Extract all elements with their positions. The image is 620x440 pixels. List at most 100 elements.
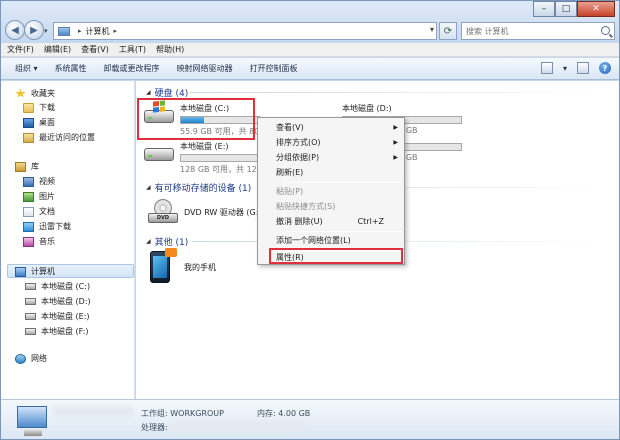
workgroup-info: 工作组: WORKGROUP xyxy=(141,409,224,418)
search-input[interactable] xyxy=(466,26,594,36)
maximize-button[interactable]: □ xyxy=(555,1,577,17)
menu-item-group-by[interactable]: 分组依据(P) ▶ xyxy=(276,150,402,165)
menu-item-paste[interactable]: 粘贴(P) xyxy=(276,184,402,199)
nav-drive-d[interactable]: 本地磁盘 (D:) xyxy=(25,295,91,308)
drive-usage-bar xyxy=(180,154,260,162)
open-control-panel-button[interactable]: 打开控制面板 xyxy=(250,63,298,74)
menu-item-label: 粘贴(P) xyxy=(276,187,304,196)
network-icon xyxy=(15,353,26,364)
nav-label: 本地磁盘 (E:) xyxy=(41,312,90,321)
nav-libraries[interactable]: 库 xyxy=(15,160,39,173)
hard-drive-icon xyxy=(25,313,36,320)
thunder-download-icon xyxy=(23,221,34,232)
breadcrumb-chevron-icon[interactable]: ▸ xyxy=(78,27,82,35)
organize-button[interactable]: 组织 ▾ xyxy=(15,63,38,74)
collapse-triangle-icon[interactable]: ◢ xyxy=(146,184,151,191)
nav-label: 网络 xyxy=(31,354,47,363)
nav-documents[interactable]: 文档 xyxy=(23,205,55,218)
menu-item-label: 撤消 删除(U) xyxy=(276,217,323,226)
menu-edit[interactable]: 编辑(E) xyxy=(44,44,71,55)
menu-item-paste-shortcut[interactable]: 粘贴快捷方式(S) xyxy=(276,199,402,214)
change-view-icon[interactable] xyxy=(540,62,553,74)
menu-file[interactable]: 文件(F) xyxy=(7,44,34,55)
menu-item-add-network-location[interactable]: 添加一个网络位置(L) xyxy=(276,233,402,248)
phone-icon xyxy=(150,248,177,283)
device-name: 我的手机 xyxy=(184,262,216,272)
menu-item-refresh[interactable]: 刷新(E) xyxy=(276,165,402,180)
computer-icon xyxy=(17,406,47,436)
nav-recent-places[interactable]: 最近访问的位置 xyxy=(23,131,95,144)
menu-separator xyxy=(286,182,402,183)
nav-label: 本地磁盘 (F:) xyxy=(41,327,89,336)
menu-view[interactable]: 查看(V) xyxy=(81,44,109,55)
map-network-drive-button[interactable]: 映射网络驱动器 xyxy=(177,63,233,74)
breadcrumb-chevron-icon[interactable]: ▸ xyxy=(114,27,118,35)
uninstall-program-button[interactable]: 卸载或更改程序 xyxy=(104,63,160,74)
menu-item-view[interactable]: 查看(V) ▶ xyxy=(276,120,402,135)
view-options-dropdown-icon[interactable]: ▾ xyxy=(563,64,567,73)
dvd-drive-tile[interactable]: DVD DVD RW 驱动器 (G:) xyxy=(148,199,262,225)
refresh-button[interactable]: ⟳ xyxy=(439,22,457,40)
star-icon xyxy=(15,88,26,98)
system-properties-button[interactable]: 系统属性 xyxy=(55,63,87,74)
hard-drive-icon xyxy=(144,141,174,163)
menu-item-sort-by[interactable]: 排序方式(O) ▶ xyxy=(276,135,402,150)
drive-free-space: 128 GB 可用，共 129 xyxy=(180,165,262,174)
collapse-triangle-icon[interactable]: ◢ xyxy=(146,89,151,96)
nav-music[interactable]: 音乐 xyxy=(23,235,55,248)
video-icon xyxy=(23,176,34,187)
nav-thunder-downloads[interactable]: 迅雷下载 xyxy=(23,220,71,233)
close-button[interactable]: ✕ xyxy=(577,1,615,17)
nav-favorites[interactable]: 收藏夹 xyxy=(15,87,55,100)
downloads-folder-icon xyxy=(23,102,34,113)
help-icon[interactable]: ? xyxy=(599,62,611,74)
menu-tools[interactable]: 工具(T) xyxy=(119,44,146,55)
context-menu: 查看(V) ▶ 排序方式(O) ▶ 分组依据(P) ▶ 刷新(E) 粘贴(P) 粘贴快… xyxy=(257,117,405,265)
menu-separator xyxy=(286,231,402,232)
command-bar: 组织 ▾ 系统属性 卸载或更改程序 映射网络驱动器 打开控制面板 ▾ ? xyxy=(1,58,619,80)
preview-pane-icon[interactable] xyxy=(577,62,589,74)
menu-item-label: 粘贴快捷方式(S) xyxy=(276,202,336,211)
nav-videos[interactable]: 视频 xyxy=(23,175,55,188)
menu-help[interactable]: 帮助(H) xyxy=(156,44,184,55)
computer-icon xyxy=(15,266,26,277)
forward-button[interactable]: ▶ xyxy=(24,20,44,40)
search-box[interactable] xyxy=(461,22,615,40)
collapse-triangle-icon[interactable]: ◢ xyxy=(146,238,151,245)
nav-computer[interactable]: 计算机 xyxy=(15,265,55,278)
back-button[interactable]: ◀ xyxy=(5,20,25,40)
minimize-button[interactable]: – xyxy=(533,1,555,17)
nav-downloads[interactable]: 下载 xyxy=(23,101,55,114)
menu-item-shortcut: Ctrl+Z xyxy=(357,217,384,226)
recent-pages-dropdown[interactable]: ▾ xyxy=(44,27,48,35)
address-dropdown-icon[interactable]: ▾ xyxy=(430,25,434,34)
refresh-icon: ⟳ xyxy=(443,25,453,37)
search-icon[interactable] xyxy=(601,26,610,35)
submenu-arrow-icon: ▶ xyxy=(393,124,398,131)
nav-pictures[interactable]: 图片 xyxy=(23,190,55,203)
hard-drive-icon xyxy=(25,298,36,305)
nav-drive-e[interactable]: 本地磁盘 (E:) xyxy=(25,310,90,323)
details-pane: 工作组: WORKGROUP 内存: 4.00 GB 处理器: xyxy=(1,399,619,439)
nav-label: 本地磁盘 (C:) xyxy=(41,282,91,291)
my-phone-tile[interactable]: 我的手机 xyxy=(144,248,216,283)
menu-item-label: 分组依据(P) xyxy=(276,153,320,162)
navigation-pane: 收藏夹 下载 桌面 最近访问的位置 库 视频 图片 文档 迅雷下载 音乐 计算机… xyxy=(1,81,135,399)
nav-label: 音乐 xyxy=(39,237,55,246)
drive-name: 本地磁盘 (D:) xyxy=(342,104,392,113)
memory-info: 内存: 4.00 GB xyxy=(257,409,311,418)
nav-network[interactable]: 网络 xyxy=(15,352,47,365)
group-header-removable[interactable]: ◢ 有可移动存储的设备 (1) xyxy=(146,181,251,194)
arrow-right-icon: ▶ xyxy=(30,24,38,36)
address-bar[interactable]: ▸ 计算机 ▸ ▾ xyxy=(53,22,437,40)
nav-drive-c[interactable]: 本地磁盘 (C:) xyxy=(25,280,90,293)
menu-item-undo-delete[interactable]: 撤消 删除(U) Ctrl+Z xyxy=(276,214,402,229)
group-header-other[interactable]: ◢ 其他 (1) xyxy=(146,235,188,248)
drive-e-tile[interactable]: 本地磁盘 (E:) 128 GB 可用，共 129 xyxy=(144,141,262,175)
breadcrumb-computer[interactable]: 计算机 xyxy=(86,26,110,37)
nav-label: 文档 xyxy=(39,207,55,216)
nav-drive-f[interactable]: 本地磁盘 (F:) xyxy=(25,325,88,338)
nav-desktop[interactable]: 桌面 xyxy=(23,116,55,129)
arrow-left-icon: ◀ xyxy=(11,24,19,36)
music-icon xyxy=(23,236,34,247)
